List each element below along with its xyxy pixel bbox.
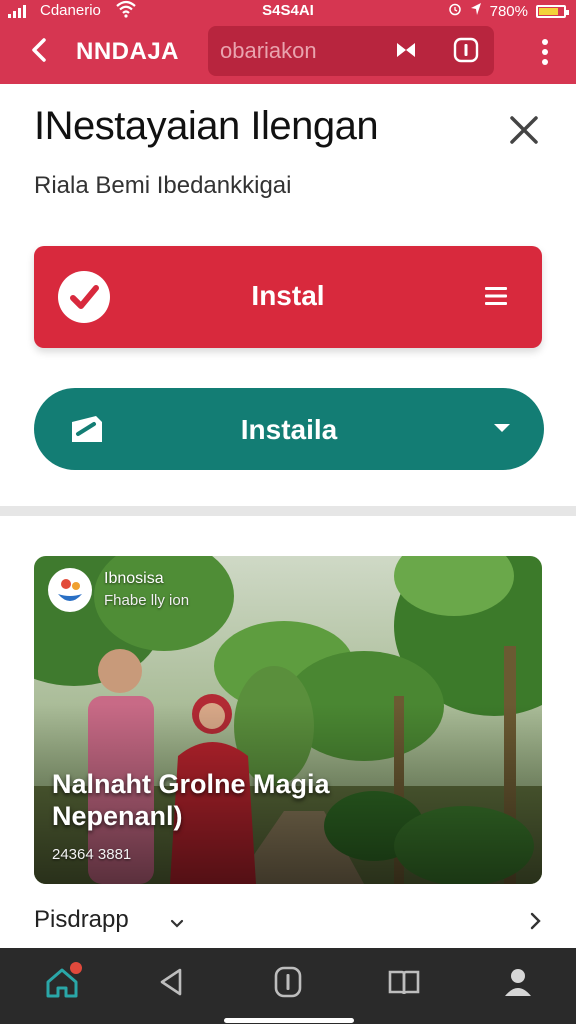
profile-icon[interactable] (496, 962, 540, 1002)
sheet-subtitle: Riala Bemi Ibedankkigai (34, 172, 292, 199)
install-button-label: Instal (251, 280, 325, 311)
alarm-icon (448, 2, 462, 20)
menu-icon[interactable] (484, 284, 508, 308)
book-icon[interactable] (382, 962, 426, 1002)
install-options-button[interactable]: Instaila (34, 388, 544, 470)
install-options-label: Instaila (240, 414, 338, 445)
info-icon[interactable] (452, 36, 480, 64)
search-bar[interactable] (208, 26, 494, 76)
footer-label: Pisdrapp (34, 906, 129, 933)
source-name: Ibnosisa (104, 570, 164, 587)
footer-row[interactable]: Pisdrapp (34, 904, 544, 940)
home-indicator (224, 1018, 354, 1023)
app-bar: NNDAJA (0, 22, 576, 84)
close-icon[interactable] (504, 110, 544, 150)
sheet-title: INestayaian Ilengan (34, 104, 379, 148)
chevron-down-icon[interactable] (170, 916, 184, 928)
search-input[interactable] (220, 38, 380, 64)
media-card[interactable]: Ibnosisa Fhabe lly ion Nalnaht Grolne Ma… (34, 556, 542, 884)
card-meta: 24364 3881 (52, 846, 132, 863)
install-button[interactable]: Instal (34, 246, 542, 348)
clear-icon[interactable] (394, 38, 418, 62)
battery-icon (536, 4, 569, 18)
caret-down-icon (494, 424, 510, 432)
source-subtitle: Fhabe lly ion (104, 592, 190, 609)
more-icon[interactable] (540, 36, 550, 68)
app-title: NNDAJA (76, 38, 180, 65)
bottom-nav (0, 948, 576, 1024)
section-divider (0, 506, 576, 516)
chevron-right-icon[interactable] (530, 912, 542, 930)
battery-percent: 780% (489, 2, 528, 20)
status-bar: Cdanerio S4S4AI 780% (0, 0, 576, 22)
info-pill-icon[interactable] (266, 962, 310, 1002)
notification-dot (70, 962, 82, 974)
back-triangle-icon[interactable] (150, 962, 194, 1002)
location-icon (470, 2, 482, 20)
card-caption: Nalnaht Grolne Magia Nepenanl) (52, 769, 330, 831)
source-logo (48, 568, 92, 612)
back-icon[interactable] (24, 34, 56, 66)
